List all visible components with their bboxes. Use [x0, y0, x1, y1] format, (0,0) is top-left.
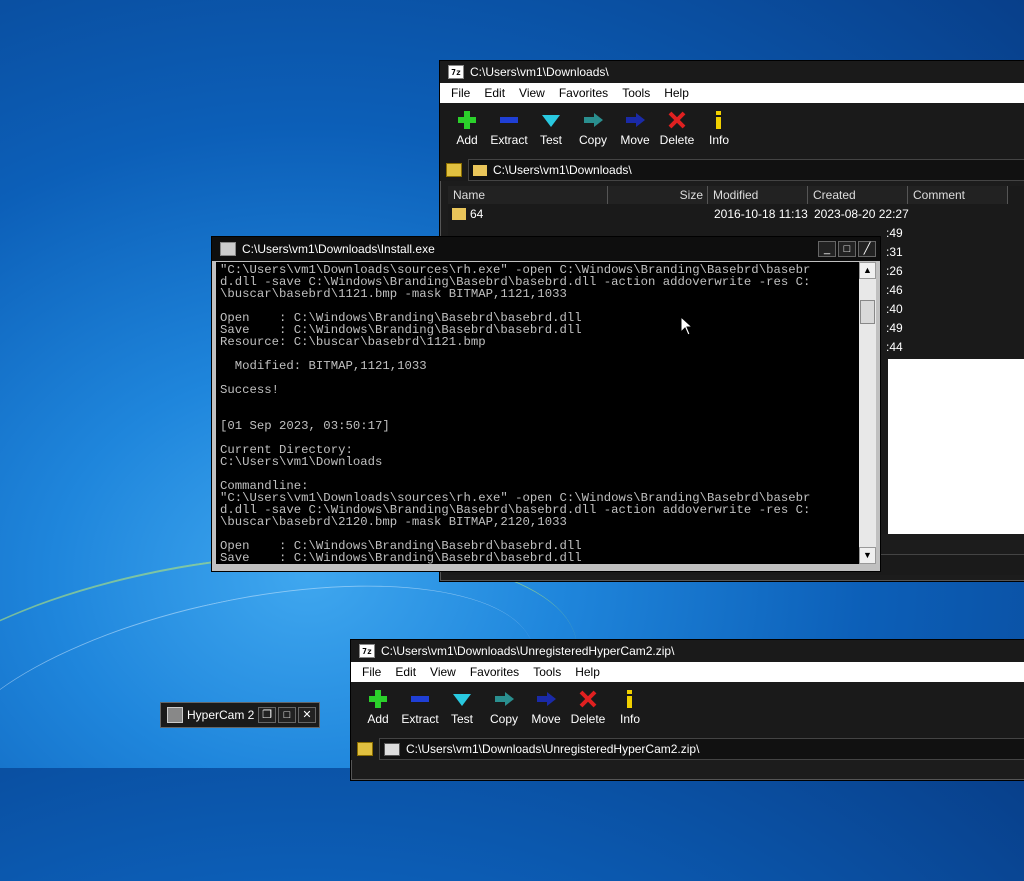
- info-icon: [716, 111, 721, 129]
- copy-arrow-icon: [584, 113, 603, 127]
- hypercam-icon: [167, 707, 183, 723]
- close-button[interactable]: ✕: [298, 707, 316, 723]
- close-button[interactable]: ╱: [858, 241, 876, 257]
- window-controls: _ □ ╱: [816, 241, 876, 257]
- delete-button[interactable]: Delete: [567, 688, 609, 726]
- folder-up-icon[interactable]: [357, 742, 373, 756]
- menu-view[interactable]: View: [512, 86, 552, 100]
- partial-time-column: :49 :31 :26 :46 :40 :49 :44: [886, 226, 903, 354]
- file-created: 2023-08-20 22:27: [814, 207, 909, 221]
- x-icon: [579, 690, 597, 708]
- window-controls: ❐ □ ✕: [256, 707, 316, 723]
- table-row[interactable]: 64 2016-10-18 11:13 2023-08-20 22:27: [448, 205, 1024, 224]
- window-title: C:\Users\vm1\Downloads\Install.exe: [242, 242, 435, 256]
- file-modified: 2016-10-18 11:13: [714, 207, 808, 221]
- menu-tools[interactable]: Tools: [526, 665, 568, 679]
- console-icon: [220, 242, 236, 256]
- minus-icon: [411, 696, 429, 702]
- scroll-up-arrow-icon[interactable]: ▲: [859, 262, 876, 279]
- address-text: C:\Users\vm1\Downloads\UnregisteredHyper…: [406, 742, 700, 756]
- window-title: C:\Users\vm1\Downloads\UnregisteredHyper…: [381, 644, 675, 658]
- console-output[interactable]: "C:\Users\vm1\Downloads\sources\rh.exe" …: [216, 262, 860, 564]
- file-name: 64: [470, 207, 484, 221]
- 7zip-logo-icon: 7z: [448, 65, 464, 79]
- folder-up-icon[interactable]: [446, 163, 462, 177]
- menu-favorites[interactable]: Favorites: [463, 665, 526, 679]
- menu-file[interactable]: File: [444, 86, 477, 100]
- check-icon: [542, 115, 560, 127]
- 7zip-logo-icon: 7z: [359, 644, 375, 658]
- menu-help[interactable]: Help: [568, 665, 607, 679]
- info-button[interactable]: Info: [698, 109, 740, 147]
- folder-icon: [473, 164, 487, 176]
- toolbar: Add Extract Test Copy Move Delete Info: [351, 682, 1024, 738]
- title-bar[interactable]: 7z C:\Users\vm1\Downloads\: [440, 61, 1024, 83]
- info-icon: [627, 690, 632, 708]
- menu-bar: File Edit View Favorites Tools Help: [440, 83, 1024, 103]
- column-header-name[interactable]: Name: [448, 186, 608, 204]
- copy-button[interactable]: Copy: [572, 109, 614, 147]
- hypercam-title: HyperCam 2: [187, 708, 255, 722]
- explorer-window-bottom: 7z C:\Users\vm1\Downloads\UnregisteredHy…: [350, 639, 1024, 781]
- move-button[interactable]: Move: [614, 109, 656, 147]
- extract-button[interactable]: Extract: [399, 688, 441, 726]
- menu-edit[interactable]: Edit: [388, 665, 423, 679]
- delete-button[interactable]: Delete: [656, 109, 698, 147]
- info-button[interactable]: Info: [609, 688, 651, 726]
- address-field[interactable]: C:\Users\vm1\Downloads\: [468, 159, 1024, 181]
- column-header-modified[interactable]: Modified: [708, 186, 808, 204]
- list-empty-area: [888, 359, 1024, 534]
- menu-view[interactable]: View: [423, 665, 463, 679]
- check-icon: [453, 694, 471, 706]
- test-button[interactable]: Test: [530, 109, 572, 147]
- menu-tools[interactable]: Tools: [615, 86, 657, 100]
- window-title: C:\Users\vm1\Downloads\: [470, 65, 609, 79]
- move-arrow-icon: [626, 113, 645, 127]
- plus-icon: [458, 111, 476, 129]
- move-arrow-icon: [537, 692, 556, 706]
- column-header-comment[interactable]: Comment: [908, 186, 1008, 204]
- menu-favorites[interactable]: Favorites: [552, 86, 615, 100]
- title-bar[interactable]: 7z C:\Users\vm1\Downloads\UnregisteredHy…: [351, 640, 1024, 662]
- plus-icon: [369, 690, 387, 708]
- address-field[interactable]: C:\Users\vm1\Downloads\UnregisteredHyper…: [379, 738, 1024, 760]
- address-bar: C:\Users\vm1\Downloads\UnregisteredHyper…: [351, 738, 1024, 760]
- scroll-down-arrow-icon[interactable]: ▼: [859, 547, 876, 564]
- extract-button[interactable]: Extract: [488, 109, 530, 147]
- scroll-thumb[interactable]: [860, 300, 875, 324]
- move-button[interactable]: Move: [525, 688, 567, 726]
- maximize-button[interactable]: □: [838, 241, 856, 257]
- minus-icon: [500, 117, 518, 123]
- copy-arrow-icon: [495, 692, 514, 706]
- console-window: C:\Users\vm1\Downloads\Install.exe _ □ ╱…: [211, 236, 881, 572]
- address-text: C:\Users\vm1\Downloads\: [493, 163, 632, 177]
- add-button[interactable]: Add: [357, 688, 399, 726]
- x-icon: [668, 111, 686, 129]
- hypercam-window[interactable]: HyperCam 2 ❐ □ ✕: [160, 702, 320, 728]
- menu-file[interactable]: File: [355, 665, 388, 679]
- console-text: "C:\Users\vm1\Downloads\sources\rh.exe" …: [220, 263, 811, 564]
- menu-bar: File Edit View Favorites Tools Help: [351, 662, 1024, 682]
- copy-button[interactable]: Copy: [483, 688, 525, 726]
- restore-button[interactable]: ❐: [258, 707, 276, 723]
- menu-help[interactable]: Help: [657, 86, 696, 100]
- maximize-button[interactable]: □: [278, 707, 296, 723]
- menu-edit[interactable]: Edit: [477, 86, 512, 100]
- minimize-button[interactable]: _: [818, 241, 836, 257]
- folder-icon: [452, 208, 466, 220]
- test-button[interactable]: Test: [441, 688, 483, 726]
- vertical-scrollbar[interactable]: ▲ ▼: [859, 262, 876, 564]
- title-bar[interactable]: C:\Users\vm1\Downloads\Install.exe _ □ ╱: [212, 237, 880, 261]
- archive-icon: [384, 742, 400, 756]
- column-header-size[interactable]: Size: [608, 186, 708, 204]
- column-header-created[interactable]: Created: [808, 186, 908, 204]
- add-button[interactable]: Add: [446, 109, 488, 147]
- mouse-cursor-icon: [680, 316, 694, 336]
- toolbar: Add Extract Test Copy Move Delete Info: [440, 103, 1024, 159]
- address-bar: C:\Users\vm1\Downloads\: [440, 159, 1024, 181]
